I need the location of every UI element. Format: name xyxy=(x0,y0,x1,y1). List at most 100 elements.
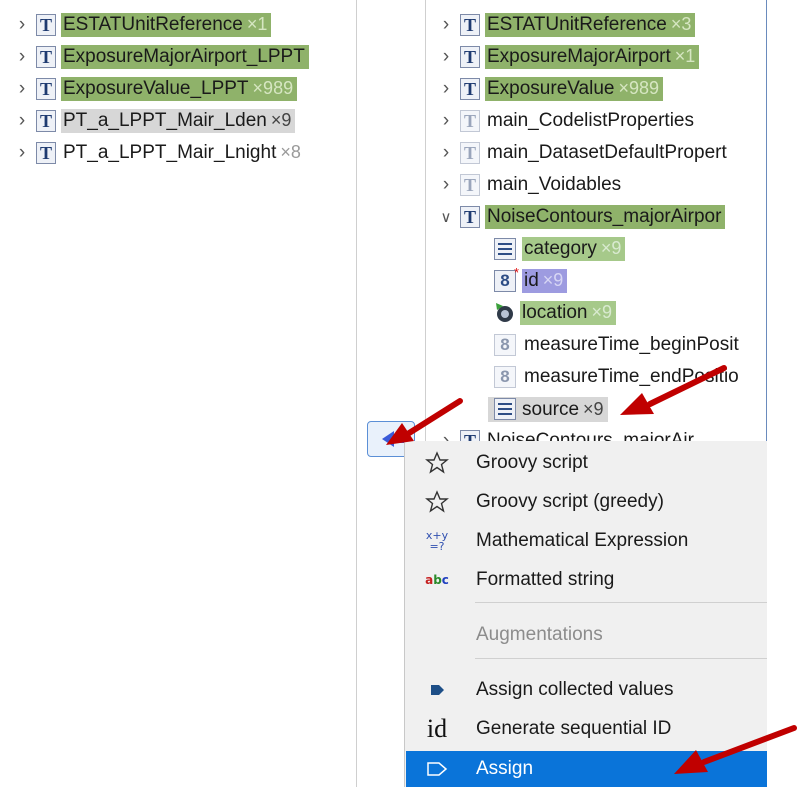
tree-item-label: location xyxy=(522,302,588,323)
right-tree-item-2[interactable]: › T ExposureValue ×989 xyxy=(438,74,663,104)
menu-item-generate-sequential-id[interactable]: id Generate sequential ID xyxy=(406,711,767,747)
type-icon: T xyxy=(36,14,56,36)
tree-item-count: ×9 xyxy=(270,110,292,130)
tree-item-count: ×9 xyxy=(542,270,564,290)
context-menu[interactable]: Groovy script Groovy script (greedy) x+y… xyxy=(404,441,767,787)
type-icon: T xyxy=(36,46,56,68)
menu-item-label: Mathematical Expression xyxy=(476,530,689,551)
chevron-down-icon[interactable]: ∨ xyxy=(438,209,454,226)
chevron-right-icon[interactable]: › xyxy=(14,142,30,163)
list-icon xyxy=(494,238,516,260)
tree-item-count: ×3 xyxy=(670,14,692,34)
type-icon: T xyxy=(36,110,56,132)
menu-item-label: Groovy script xyxy=(476,452,588,473)
chevron-right-icon[interactable]: › xyxy=(438,174,454,195)
assign-small-icon xyxy=(422,675,452,705)
type-icon: T xyxy=(460,46,480,68)
menu-item-assign-collected-values[interactable]: Assign collected values xyxy=(406,672,767,708)
tree-item-label: measureTime_endPositio xyxy=(524,366,739,387)
tree-item-label: main_Voidables xyxy=(487,174,622,195)
chevron-right-icon[interactable]: › xyxy=(14,78,30,99)
tree-item-label: main_CodelistProperties xyxy=(487,110,694,131)
tree-item-label: measureTime_beginPosit xyxy=(524,334,739,355)
source-schema-tree[interactable]: › T ESTATUnitReference ×1 › T ExposureMaj… xyxy=(0,0,357,787)
chevron-right-icon[interactable]: › xyxy=(14,110,30,131)
right-tree-item-5[interactable]: › T main_Voidables xyxy=(438,170,625,200)
tree-item-label: ExposureMajorAirport xyxy=(487,46,671,67)
type-icon: T xyxy=(460,110,480,132)
left-tree-item-4[interactable]: › T PT_a_LPPT_Mair_Lnight ×8 xyxy=(14,138,305,168)
left-tree-item-3[interactable]: › T PT_a_LPPT_Mair_Lden ×9 xyxy=(14,106,296,136)
tree-item-label: PT_a_LPPT_Mair_Lden xyxy=(63,110,267,131)
id-text-icon: id xyxy=(426,714,448,743)
menu-item-mathematical-expression[interactable]: x+y =? Mathematical Expression xyxy=(406,523,767,559)
star-outline-icon xyxy=(422,448,452,478)
left-tree-item-2[interactable]: › T ExposureValue_LPPT ×989 xyxy=(14,74,298,104)
tree-item-label: ExposureMajorAirport_LPPT xyxy=(63,46,305,67)
right-tree-item-7[interactable]: category ×9 xyxy=(494,234,626,264)
id-number-icon: 8 * xyxy=(494,265,519,292)
chevron-right-icon[interactable]: › xyxy=(438,110,454,131)
menu-item-label: Assign xyxy=(476,758,534,779)
right-tree-item-0[interactable]: › T ESTATUnitReference ×3 xyxy=(438,10,696,40)
menu-item-label: Formatted string xyxy=(476,569,615,590)
menu-item-augmentations: Augmentations xyxy=(406,617,767,653)
menu-item-formatted-string[interactable]: abc Formatted string xyxy=(406,562,767,598)
tree-item-count: ×989 xyxy=(618,78,659,98)
right-tree-item-3[interactable]: › T main_CodelistProperties xyxy=(438,106,698,136)
star-outline-icon xyxy=(422,487,452,517)
chevron-right-icon[interactable]: › xyxy=(14,14,30,35)
left-tree-item-0[interactable]: › T ESTATUnitReference ×1 xyxy=(14,10,272,40)
right-tree-item-8[interactable]: 8 * id ×9 xyxy=(494,265,568,296)
menu-separator xyxy=(475,602,767,603)
tree-item-label: id xyxy=(524,270,539,291)
menu-item-groovy-script-greedy[interactable]: Groovy script (greedy) xyxy=(406,484,767,520)
tree-item-label: ExposureValue xyxy=(487,78,615,99)
right-tree-item-9[interactable]: location ×9 xyxy=(494,298,617,328)
number-icon: 8 xyxy=(494,334,516,356)
list-icon xyxy=(494,397,516,420)
tree-item-label: source xyxy=(522,398,580,420)
menu-item-label: Assign collected values xyxy=(476,679,674,700)
tree-item-label: category xyxy=(524,238,597,259)
chevron-right-icon[interactable]: › xyxy=(438,14,454,35)
tree-item-count: ×9 xyxy=(600,238,622,258)
right-tree-item-10[interactable]: 8 measureTime_beginPosit xyxy=(494,330,743,360)
chevron-right-icon[interactable]: › xyxy=(14,46,30,67)
tree-item-count: ×989 xyxy=(252,78,294,98)
menu-item-label: Augmentations xyxy=(476,624,603,645)
right-tree-item-6[interactable]: ∨ T NoiseContours_majorAirpor xyxy=(438,202,726,232)
tree-item-count: ×1 xyxy=(246,14,268,34)
menu-item-label: Generate sequential ID xyxy=(476,718,672,739)
math-expression-icon: x+y =? xyxy=(425,529,449,553)
tree-item-label: PT_a_LPPT_Mair_Lnight xyxy=(63,142,277,163)
tree-item-count: ×9 xyxy=(591,302,613,322)
type-icon: T xyxy=(460,14,480,36)
menu-item-groovy-script[interactable]: Groovy script xyxy=(406,445,767,481)
chevron-right-icon[interactable]: › xyxy=(438,142,454,163)
chevron-right-icon[interactable]: › xyxy=(438,78,454,99)
geometry-icon xyxy=(494,303,514,323)
right-tree-item-12[interactable]: source ×9 xyxy=(488,394,608,424)
left-tree-item-1[interactable]: › T ExposureMajorAirport_LPPT xyxy=(14,42,309,72)
type-icon: T xyxy=(460,78,480,100)
tree-item-label: main_DatasetDefaultPropert xyxy=(487,142,727,163)
menu-item-label: Groovy script (greedy) xyxy=(476,491,664,512)
chevron-right-icon[interactable]: › xyxy=(438,46,454,67)
right-tree-item-1[interactable]: › T ExposureMajorAirport ×1 xyxy=(438,42,700,72)
type-icon: T xyxy=(460,206,480,228)
type-icon: T xyxy=(36,142,56,164)
tree-item-label: ESTATUnitReference xyxy=(63,14,243,35)
menu-item-assign[interactable]: Assign xyxy=(406,751,767,787)
number-icon: 8 xyxy=(494,366,516,388)
right-tree-item-11[interactable]: 8 measureTime_endPositio xyxy=(494,362,743,392)
tree-item-label: ExposureValue_LPPT xyxy=(63,78,249,99)
tree-item-label: NoiseContours_majorAirpor xyxy=(487,206,722,227)
type-icon: T xyxy=(460,142,480,164)
type-icon: T xyxy=(36,78,56,100)
tree-item-count: ×9 xyxy=(583,398,604,419)
assign-icon xyxy=(422,754,452,784)
right-tree-item-4[interactable]: › T main_DatasetDefaultPropert xyxy=(438,138,731,168)
abc-icon: abc xyxy=(425,573,449,587)
tree-item-label: ESTATUnitReference xyxy=(487,14,667,35)
